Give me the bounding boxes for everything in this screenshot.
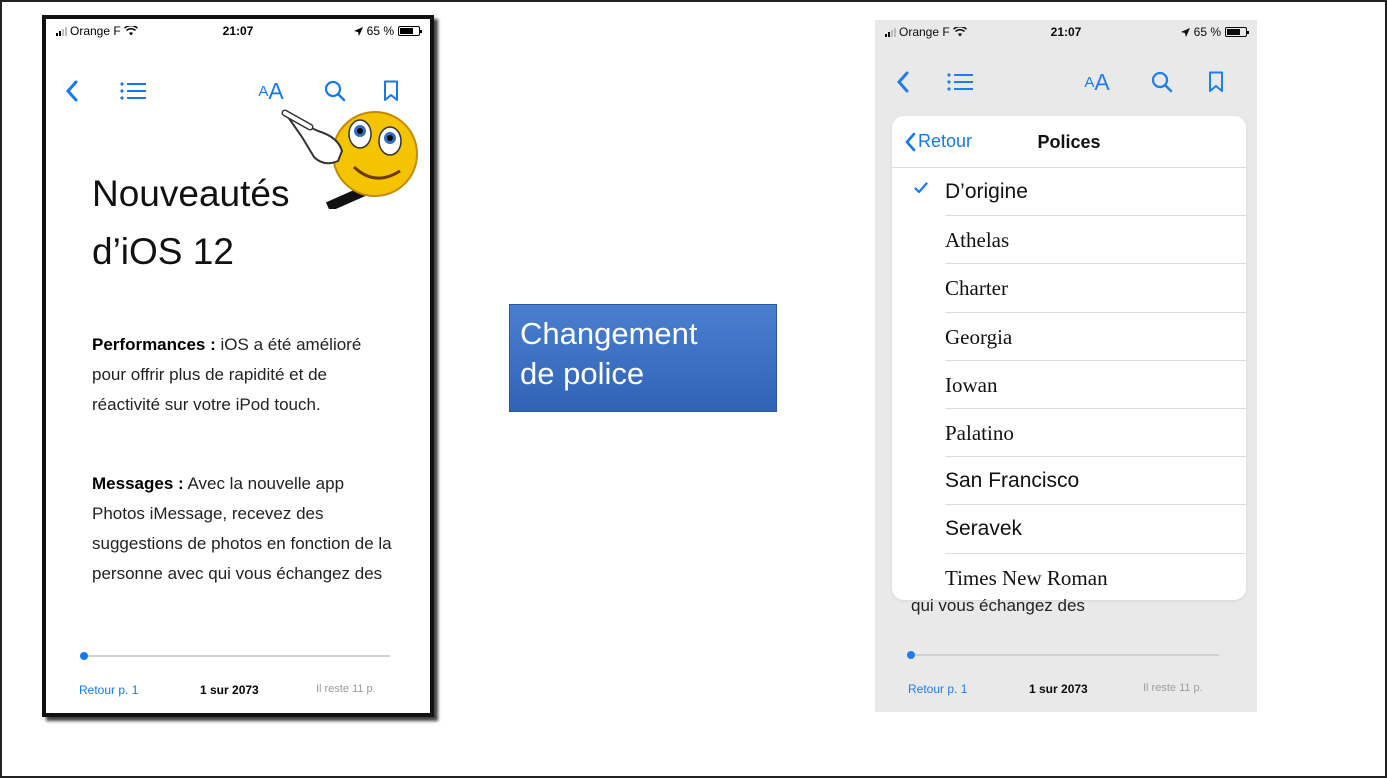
progress-thumb[interactable] bbox=[80, 652, 88, 660]
progress-track[interactable] bbox=[911, 654, 1219, 656]
font-option-label: D’origine bbox=[945, 180, 1028, 203]
search-button[interactable] bbox=[1149, 68, 1175, 96]
pointing-smiley-icon bbox=[281, 109, 418, 209]
battery-area: 65 % bbox=[1180, 25, 1249, 39]
font-option-label: San Francisco bbox=[945, 469, 1080, 493]
search-icon bbox=[1151, 71, 1173, 93]
battery-area: 65 % bbox=[353, 24, 422, 38]
toc-button[interactable] bbox=[116, 77, 150, 105]
font-option-label: Athelas bbox=[945, 228, 1010, 253]
font-option-label: Georgia bbox=[945, 324, 1013, 349]
slide: Orange F 21:07 65 % AA Nouveautés d’iOS … bbox=[0, 0, 1387, 778]
article-title-line2: d’iOS 12 bbox=[92, 231, 234, 272]
page-indicator: 1 sur 2073 bbox=[200, 683, 259, 697]
reader-toolbar: AA bbox=[875, 68, 1257, 96]
article-text-behind: qui vous échangez des bbox=[911, 596, 1085, 615]
font-option-label: Palatino bbox=[945, 420, 1014, 445]
popup-header: Retour Polices bbox=[892, 116, 1246, 168]
font-settings-button[interactable]: AA bbox=[1077, 68, 1117, 96]
popup-title: Polices bbox=[1037, 132, 1101, 152]
label-line2: de police bbox=[520, 356, 645, 391]
location-icon bbox=[1180, 27, 1190, 37]
status-bar: Orange F 21:07 65 % bbox=[875, 20, 1257, 44]
toc-button[interactable] bbox=[943, 68, 977, 96]
list-icon bbox=[947, 73, 973, 91]
progress-thumb[interactable] bbox=[907, 651, 915, 659]
fonts-popup: Retour Polices D’origine Athelas Charter Ge… bbox=[892, 116, 1246, 600]
checkmark-icon bbox=[914, 182, 928, 194]
reader-footer: Retour p. 1 1 sur 2073 Il reste 11 p. bbox=[46, 643, 430, 713]
font-option[interactable]: Georgia bbox=[892, 313, 1246, 361]
reader-footer: Retour p. 1 1 sur 2073 Il reste 11 p. bbox=[875, 642, 1257, 712]
font-option[interactable]: Palatino bbox=[892, 409, 1246, 458]
font-option-label: Times New Roman bbox=[945, 565, 1108, 590]
bookmark-icon bbox=[1209, 71, 1223, 92]
font-option[interactable]: Charter bbox=[892, 264, 1246, 313]
pages-remaining: Il reste 11 p. bbox=[1143, 682, 1203, 694]
article-title: Nouveautés d’iOS 12 bbox=[92, 165, 289, 281]
chevron-left-icon bbox=[65, 80, 78, 102]
font-size-icon: A bbox=[1084, 73, 1095, 91]
battery-label: 65 % bbox=[1193, 25, 1221, 39]
paragraph-messages: Messages : Avec la nouvelle app Photos i… bbox=[92, 469, 392, 589]
paragraph-heading: Messages : bbox=[92, 474, 184, 493]
font-option[interactable]: Times New Roman bbox=[892, 554, 1246, 601]
font-size-icon-large: A bbox=[1094, 68, 1110, 95]
progress-track[interactable] bbox=[84, 655, 390, 657]
location-icon bbox=[353, 26, 363, 36]
paragraph-heading: Performances : bbox=[92, 335, 216, 354]
paragraph-performances: Performances : iOS a été amélioré pour o… bbox=[92, 330, 392, 420]
battery-icon bbox=[1225, 27, 1249, 37]
left-phone-screenshot: Orange F 21:07 65 % AA Nouveautés d’iOS … bbox=[42, 15, 434, 717]
battery-icon bbox=[398, 26, 422, 36]
list-icon bbox=[120, 82, 146, 100]
font-option[interactable]: San Francisco bbox=[892, 457, 1246, 506]
bookmark-button[interactable] bbox=[1205, 68, 1227, 96]
font-option-label: Seravek bbox=[945, 517, 1023, 541]
font-option[interactable]: Iowan bbox=[892, 361, 1246, 409]
article-title-line1: Nouveautés bbox=[92, 173, 290, 214]
font-option-label: Charter bbox=[945, 276, 1008, 301]
font-option[interactable]: Athelas bbox=[892, 216, 1246, 265]
back-to-page-link[interactable]: Retour p. 1 bbox=[79, 683, 138, 697]
font-list: D’origine Athelas Charter Georgia Iowan Palat… bbox=[892, 168, 1246, 600]
right-phone-screenshot: Orange F 21:07 65 % AA Retour Polices D’… bbox=[875, 20, 1257, 712]
back-to-page-link[interactable]: Retour p. 1 bbox=[908, 682, 967, 696]
back-button[interactable] bbox=[60, 77, 84, 105]
font-option-label: Iowan bbox=[945, 372, 998, 397]
change-font-label: Changement de police bbox=[509, 304, 777, 412]
back-button[interactable] bbox=[891, 68, 915, 96]
pages-remaining: Il reste 11 p. bbox=[316, 683, 376, 695]
label-line1: Changement bbox=[520, 316, 698, 351]
chevron-left-icon bbox=[896, 71, 909, 93]
page-indicator: 1 sur 2073 bbox=[1029, 682, 1088, 696]
font-option[interactable]: Seravek bbox=[892, 505, 1246, 554]
battery-label: 65 % bbox=[366, 24, 394, 38]
status-bar: Orange F 21:07 65 % bbox=[46, 19, 430, 43]
font-option[interactable]: D’origine bbox=[892, 168, 1246, 217]
font-size-icon: A bbox=[258, 82, 269, 100]
